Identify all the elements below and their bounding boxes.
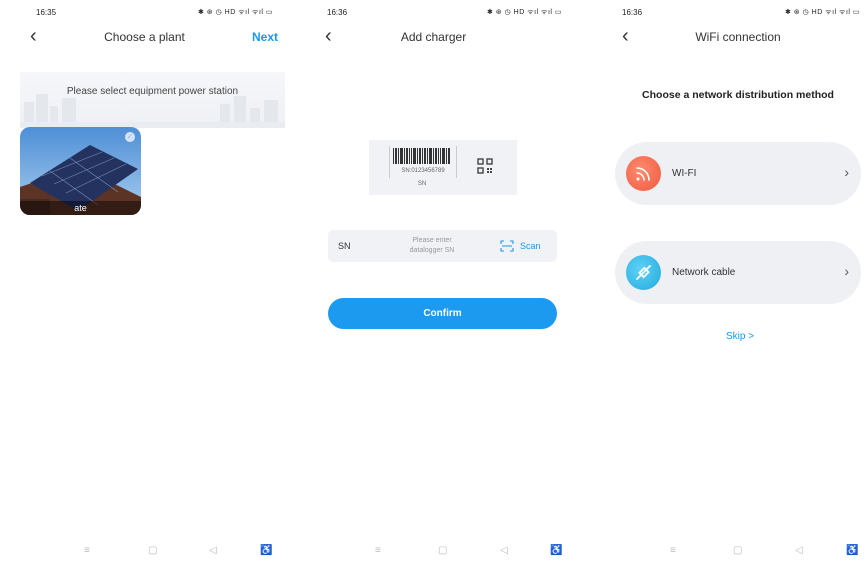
wifi-icon	[626, 156, 661, 191]
status-time: 16:36	[622, 8, 643, 17]
wifi-connection-screen: 16:36 ✱ ⊛ ◷ HD ᯤıl ᯤıl ▭ ‹ WiFi connecti…	[578, 0, 868, 561]
nav-bar: ‹ WiFi connection	[578, 26, 868, 48]
scan-label: Scan	[520, 241, 541, 251]
accessibility-icon[interactable]: ♿	[260, 545, 272, 556]
nav-bar: ‹ Add charger	[289, 26, 578, 48]
scan-icon	[500, 240, 514, 252]
sn-sample-label: SN:0123456789 SN	[369, 140, 517, 195]
barcode-icon	[393, 148, 450, 164]
sn-placeholder-line1: Please enter	[412, 237, 452, 244]
confirm-button[interactable]: Confirm	[328, 298, 557, 329]
sn-sample-caption: SN	[417, 181, 427, 187]
wifi-method-option[interactable]: WI-FI ›	[615, 142, 861, 205]
wifi-method-label: WI-FI	[672, 168, 697, 179]
add-charger-screen: 16:36 ✱ ⊛ ◷ HD ᯤıl ᯤıl ▭ ‹ Add charger S…	[289, 0, 578, 561]
home-icon[interactable]: ▢	[733, 545, 742, 556]
nav-back-icon[interactable]: ◁	[500, 545, 508, 556]
status-bar: 16:36 ✱ ⊛ ◷ HD ᯤıl ᯤıl ▭	[289, 8, 578, 22]
home-icon[interactable]: ▢	[438, 545, 447, 556]
network-cable-method-option[interactable]: Network cable ›	[615, 241, 861, 304]
status-time: 16:36	[327, 8, 348, 17]
page-title: Add charger	[400, 30, 467, 44]
status-icons: ✱ ⊛ ◷ HD ᯤıl ᯤıl ▭	[197, 9, 273, 16]
status-icons: ✱ ⊛ ◷ HD ᯤıl ᯤıl ▭	[486, 9, 562, 16]
nav-back-icon[interactable]: ◁	[209, 545, 217, 556]
banner-text: Please select equipment power station	[66, 86, 239, 97]
sn-placeholder-line2: datalogger SN	[409, 247, 455, 254]
skip-link[interactable]: Skip >	[726, 331, 754, 342]
select-station-banner: Please select equipment power station	[20, 72, 285, 128]
method-heading: Choose a network distribution method	[642, 89, 834, 101]
sn-input[interactable]: Please enter datalogger SN	[392, 236, 472, 256]
system-nav-bar: ≡ ▢ ◁ ♿	[0, 545, 289, 559]
qr-code-icon	[477, 158, 493, 174]
nav-bar: ‹ Choose a plant Next	[0, 26, 289, 48]
system-nav-bar: ≡ ▢ ◁ ♿	[578, 545, 868, 559]
barcode-frame: SN:0123456789	[389, 146, 457, 178]
home-icon[interactable]: ▢	[148, 545, 157, 556]
network-cable-method-label: Network cable	[672, 267, 736, 278]
status-time: 16:35	[36, 8, 57, 17]
sn-sample-code: SN:0123456789	[401, 168, 445, 174]
status-bar: 16:35 ✱ ⊛ ◷ HD ᯤıl ᯤıl ▭	[0, 8, 289, 22]
status-icons: ✱ ⊛ ◷ HD ᯤıl ᯤıl ▭	[784, 9, 860, 16]
choose-plant-screen: 16:35 ✱ ⊛ ◷ HD ᯤıl ᯤıl ▭ ‹ Choose a plan…	[0, 0, 289, 561]
menu-icon[interactable]: ≡	[670, 545, 676, 556]
chevron-right-icon: ›	[844, 263, 849, 279]
menu-icon[interactable]: ≡	[375, 545, 381, 556]
plant-card[interactable]: ✓ ate	[20, 127, 141, 215]
menu-icon[interactable]: ≡	[84, 545, 90, 556]
chevron-right-icon: ›	[844, 164, 849, 180]
page-title: WiFi connection	[695, 30, 781, 44]
plant-name: ate	[20, 201, 141, 215]
next-button[interactable]: Next	[252, 30, 278, 44]
selected-check-icon: ✓	[125, 132, 135, 142]
status-bar: 16:36 ✱ ⊛ ◷ HD ᯤıl ᯤıl ▭	[578, 8, 868, 22]
cable-icon	[626, 255, 661, 290]
accessibility-icon[interactable]: ♿	[846, 545, 858, 556]
accessibility-icon[interactable]: ♿	[550, 545, 562, 556]
sn-field-row: SN Please enter datalogger SN Scan	[328, 230, 557, 262]
nav-back-icon[interactable]: ◁	[795, 545, 803, 556]
page-title: Choose a plant	[104, 30, 185, 44]
system-nav-bar: ≡ ▢ ◁ ♿	[289, 545, 578, 559]
sn-label: SN	[338, 241, 351, 251]
